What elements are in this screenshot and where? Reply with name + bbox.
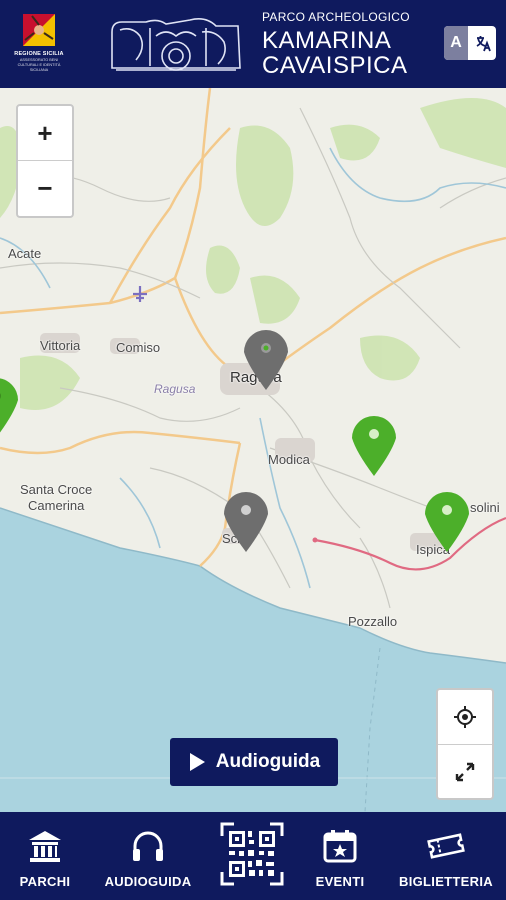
zoom-in-button[interactable]: + (18, 106, 72, 160)
audioguide-button-label: Audioguida (215, 751, 321, 772)
headphones-icon (133, 831, 163, 861)
nav-label-audioguida: AUDIOGUIDA (104, 874, 192, 889)
zoom-control: + − (16, 104, 74, 218)
map-label-acate: Acate (8, 246, 42, 261)
map-label-rosolini: solini (470, 500, 500, 515)
site-pin-green[interactable] (0, 370, 22, 440)
region-sicilia-logo: REGIONE SICILIA ASSESSORATO BENI CULTURA… (14, 12, 64, 76)
site-pin-green[interactable] (348, 408, 400, 478)
nav-label-biglietteria: BIGLIETTERIA (399, 874, 493, 889)
map-label-santa-croce: Santa Croce (20, 482, 93, 497)
calendar-icon (323, 830, 357, 863)
audioguide-button[interactable]: Audioguida (170, 738, 338, 786)
app-header: REGIONE SICILIA ASSESSORATO BENI CULTURA… (0, 0, 506, 88)
language-button[interactable]: A (444, 26, 496, 60)
map-label-camerina: Camerina (28, 498, 85, 513)
translate-icon (470, 26, 496, 60)
map-controls (436, 688, 494, 800)
play-icon (189, 753, 205, 771)
locate-button[interactable] (438, 690, 492, 744)
language-letter: A (444, 26, 468, 60)
site-pin-green[interactable] (421, 484, 473, 554)
nav-item-eventi[interactable]: EVENTI (306, 812, 374, 900)
nav-item-biglietteria[interactable]: BIGLIETTERIA (390, 812, 502, 900)
map-label-ragusa-province: Ragusa (154, 382, 196, 396)
park-title-line2: CAVAISPICA (262, 52, 408, 79)
map-label-comiso: Comiso (116, 340, 161, 355)
nav-label-parchi: PARCHI (19, 874, 71, 889)
park-title-line1: KAMARINA (262, 27, 392, 54)
region-name: REGIONE SICILIA (14, 51, 64, 57)
region-subtitle: ASSESSORATO BENI CULTURALI E IDENTITÀ SI… (17, 58, 61, 72)
nav-item-parchi[interactable]: PARCHI (14, 812, 76, 900)
nav-label-eventi: EVENTI (315, 874, 365, 889)
fullscreen-button[interactable] (438, 744, 492, 799)
locate-icon (454, 706, 476, 728)
park-title: PARCO ARCHEOLOGICO KAMARINA CAVAISPICA (262, 10, 410, 78)
map-view[interactable]: Acate Vittoria Comiso Ragusa Ragusa Modi… (0, 88, 506, 812)
map-label-vittoria: Vittoria (40, 338, 81, 353)
trinacria-icon (23, 14, 55, 46)
qr-code-icon[interactable] (220, 822, 284, 886)
nav-item-audioguida[interactable]: AUDIOGUIDA (96, 812, 200, 900)
map-label-pozzallo: Pozzallo (348, 614, 398, 629)
site-pin-grey[interactable] (220, 484, 272, 554)
park-title-small: PARCO ARCHEOLOGICO (262, 10, 410, 24)
map-tiles (0, 88, 506, 812)
map-label-modica: Modica (268, 452, 310, 467)
zoom-out-button[interactable]: − (18, 160, 72, 215)
ticket-icon (427, 833, 465, 859)
site-pin-grey[interactable] (240, 322, 292, 392)
museum-icon (29, 831, 61, 862)
fullscreen-icon (455, 762, 475, 782)
park-emblem-logo (111, 18, 241, 71)
